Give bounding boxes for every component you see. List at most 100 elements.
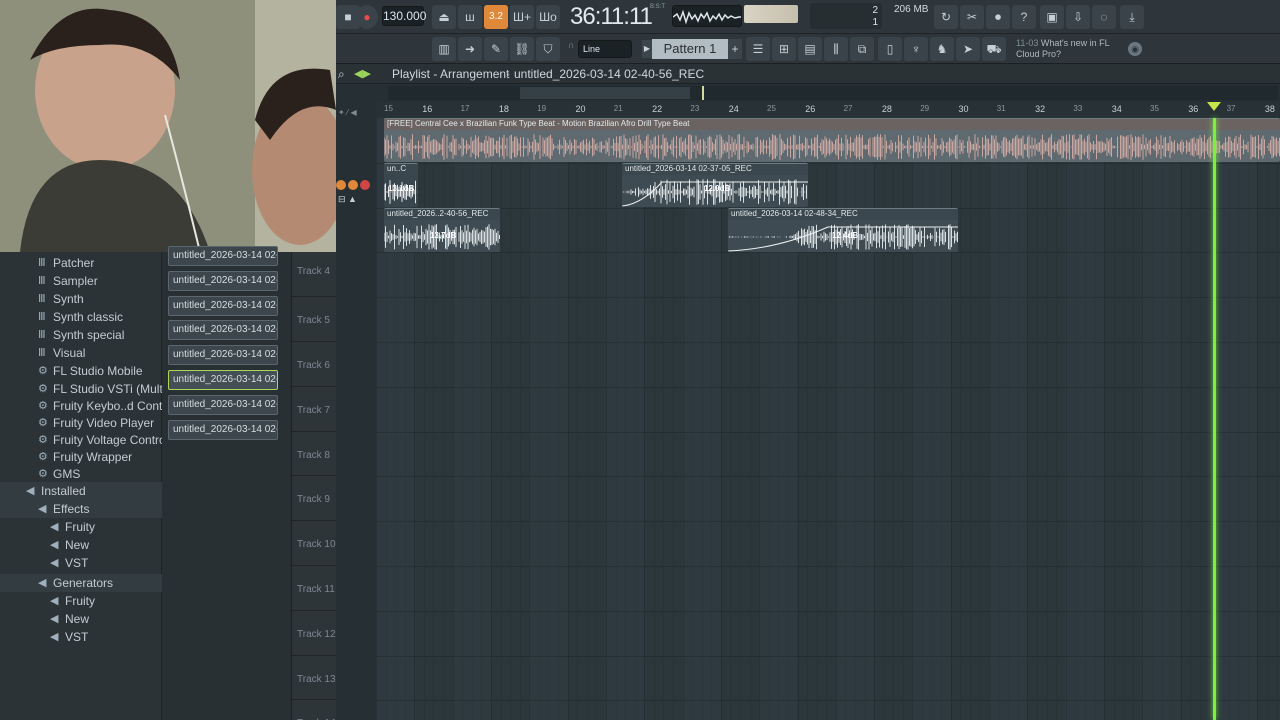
track-arm-icon[interactable] (336, 180, 346, 190)
audio-clip[interactable]: untitled_2026-03-14 02-48-34_REC 12.4dB (728, 208, 958, 252)
arrangement-name[interactable]: untitled_2026-03-14 02-40-56_REC (514, 67, 704, 81)
overview-bar[interactable] (388, 86, 1278, 100)
browser-item-fruity[interactable]: ◀ Fruity (0, 592, 162, 610)
play-icon[interactable]: ▶ (642, 40, 652, 58)
playhead[interactable] (1213, 118, 1216, 720)
playlist-icon[interactable]: ☰ (746, 37, 770, 61)
overview-window[interactable] (520, 87, 690, 99)
channel-rack-icon[interactable]: ⊞ (772, 37, 796, 61)
send-icon[interactable]: ➤ (956, 37, 980, 61)
ruler-tick: 23 (690, 104, 700, 113)
browser-item-label: Synth (53, 292, 84, 306)
browser-item-fruity-voltage-controller[interactable]: ⚙ Fruity Voltage Controller (0, 431, 182, 449)
browser-item-synth[interactable]: Ⅲ Synth (0, 290, 162, 308)
snap-select[interactable]: Line (578, 40, 632, 58)
sampler-icon[interactable]: ♞ (930, 37, 954, 61)
piano-icon: Ⅲ (38, 257, 46, 269)
playlist-grid[interactable]: [FREE] Central Cee x Brazilian Funk Type… (376, 118, 1280, 720)
song-time-display[interactable]: 36:11:11 (570, 3, 662, 31)
help-icon[interactable]: ? (1012, 5, 1036, 29)
plug-icon: ◀ (50, 595, 59, 607)
save-icon[interactable]: ▣ (1040, 5, 1064, 29)
add-pattern-button[interactable]: + (728, 39, 742, 59)
chat-icon[interactable]: ◌ (1092, 5, 1116, 29)
pattern-select[interactable]: Pattern 1 (652, 39, 728, 59)
export-icon[interactable]: ⇩ (1066, 5, 1090, 29)
metronome-icon[interactable]: ⏏ (432, 5, 456, 29)
shop-icon[interactable]: ⛟ (982, 37, 1006, 61)
plugin-icon[interactable]: ▯ (878, 37, 902, 61)
browser-item-effects[interactable]: ◀ Effects (0, 500, 162, 518)
browser-item-vst[interactable]: ◀ VST (0, 628, 162, 646)
browser-item-fl-studio-mobile[interactable]: ⚙ FL Studio Mobile (0, 362, 162, 380)
tool-icons[interactable]: ✦ ⁄ ◀ (338, 108, 357, 117)
gear-icon: ⚙ (38, 417, 48, 429)
stamp-icon[interactable]: ⛉ (536, 37, 560, 61)
ruler-tick: 37 (1226, 104, 1236, 113)
search-icon[interactable]: ⌕ (338, 67, 345, 82)
browser-item-synth-special[interactable]: Ⅲ Synth special (0, 326, 162, 344)
recording-item[interactable]: untitled_2026-03-14 02-... (168, 394, 278, 415)
browser-item-fruity-wrapper[interactable]: ⚙ Fruity Wrapper (0, 448, 162, 466)
browser-item-patcher[interactable]: Ⅲ Patcher (0, 254, 162, 272)
brush-icon[interactable]: ✎ (484, 37, 508, 61)
piano-roll-icon[interactable]: ▤ (798, 37, 822, 61)
globe-icon[interactable]: ◉ (1128, 42, 1142, 56)
news-panel[interactable]: 11-03 What's new in FL Cloud Pro? (1016, 38, 1126, 60)
browser-item-fruity-keybo-d-controller[interactable]: ⚙ Fruity Keybo..d Controller (0, 397, 189, 415)
clip-gain-label: 13.7dB (430, 231, 457, 240)
piano-icon[interactable]: ▥ (432, 37, 456, 61)
audio-clip[interactable]: [FREE] Central Cee x Brazilian Funk Type… (384, 118, 1280, 162)
browser-item-new[interactable]: ◀ New (0, 536, 162, 554)
recording-item[interactable]: untitled_2026-03-14 02-... (168, 295, 278, 316)
tempo-display[interactable]: 130.000 (382, 6, 426, 26)
link-icon[interactable]: ⛓ (510, 37, 534, 61)
track-arm-icon-2[interactable] (348, 180, 358, 190)
browser-item-fruity-video-player[interactable]: ⚙ Fruity Video Player (0, 414, 162, 432)
browser-icon[interactable]: ⧉ (850, 37, 874, 61)
browser-item-installed[interactable]: ◀ Installed (0, 482, 162, 500)
timeline-ruler[interactable]: 15 16 17 18 19 20 21 22 23 24 25 26 27 28 29 30 31 32 33 34… (336, 84, 1280, 118)
audio-clip[interactable]: un..C 13.1dB (384, 163, 418, 207)
mixer-icon[interactable]: ⫼ (824, 37, 848, 61)
playhead-marker[interactable] (1207, 102, 1221, 111)
browser-panel: Ⅲ Patcher Ⅲ Sampler Ⅲ Synth Ⅲ Synth classic Ⅲ Syn… (0, 252, 189, 720)
arrow-icon[interactable]: ◀▶ (354, 67, 371, 80)
browser-item-label: Sampler (53, 274, 98, 288)
recording-item[interactable]: untitled_2026-03-14 02-... (168, 320, 278, 341)
record-arm-icon[interactable] (360, 180, 370, 190)
browser-item-fl-studio-vsti-multi-[interactable]: ⚙ FL Studio VSTi (Multi) (0, 380, 169, 398)
download-icon[interactable]: ⤓ (1120, 5, 1144, 29)
tips-icon[interactable]: ♆ (904, 37, 928, 61)
arrow-right-icon[interactable]: ➜ (458, 37, 482, 61)
browser-item-visual[interactable]: Ⅲ Visual (0, 344, 162, 362)
browser-item-synth-classic[interactable]: Ⅲ Synth classic (0, 308, 162, 326)
browser-item-new[interactable]: ◀ New (0, 610, 162, 628)
audio-clip[interactable]: untitled_2026..2-40-56_REC 13.7dB (384, 208, 500, 252)
ruler-ticks[interactable]: 15 16 17 18 19 20 21 22 23 24 25 26 27 28 29 30 31 32 33 34… (376, 102, 1280, 118)
plug-icon: ◀ (50, 539, 59, 551)
recording-item[interactable]: untitled_2026-03-14 02-... (168, 270, 278, 291)
wait-icon[interactable]: ш (458, 5, 482, 29)
recording-item[interactable]: untitled_2026-03-14 02-... (168, 246, 278, 266)
mic-icon[interactable]: ⏺ (986, 5, 1010, 29)
browser-item-vst[interactable]: ◀ VST (0, 554, 162, 572)
browser-item-sampler[interactable]: Ⅲ Sampler (0, 272, 162, 290)
plug-icon: ◀ (50, 631, 59, 643)
blend-notes-icon[interactable]: Шо (536, 5, 560, 29)
browser-item-fruity[interactable]: ◀ Fruity (0, 518, 162, 536)
cut-icon[interactable]: ✂ (960, 5, 984, 29)
record-button[interactable]: ● (356, 5, 378, 29)
browser-item-generators[interactable]: ◀ Generators (0, 574, 162, 592)
recording-item[interactable]: untitled_2026-03-14 02-... (168, 345, 278, 366)
loop-record-icon[interactable]: Ш+ (510, 5, 534, 29)
countdown-icon[interactable]: 3.2 (484, 5, 508, 29)
magnet-icon[interactable]: ∩ (568, 40, 574, 50)
audio-clip[interactable]: untitled_2026-03-14 02-37-05_REC 12.0dB (622, 163, 808, 207)
recording-item[interactable]: untitled_2026-03-14 02-... (168, 419, 278, 440)
mixer-track-icon[interactable]: ⊟ ▲ (338, 194, 357, 205)
undo-icon[interactable]: ↻ (934, 5, 958, 29)
recording-item[interactable]: untitled_2026-03-14 02-... (168, 370, 278, 390)
browser-item-gms[interactable]: ⚙ GMS (0, 465, 162, 483)
ruler-tick: 24 (728, 104, 739, 114)
